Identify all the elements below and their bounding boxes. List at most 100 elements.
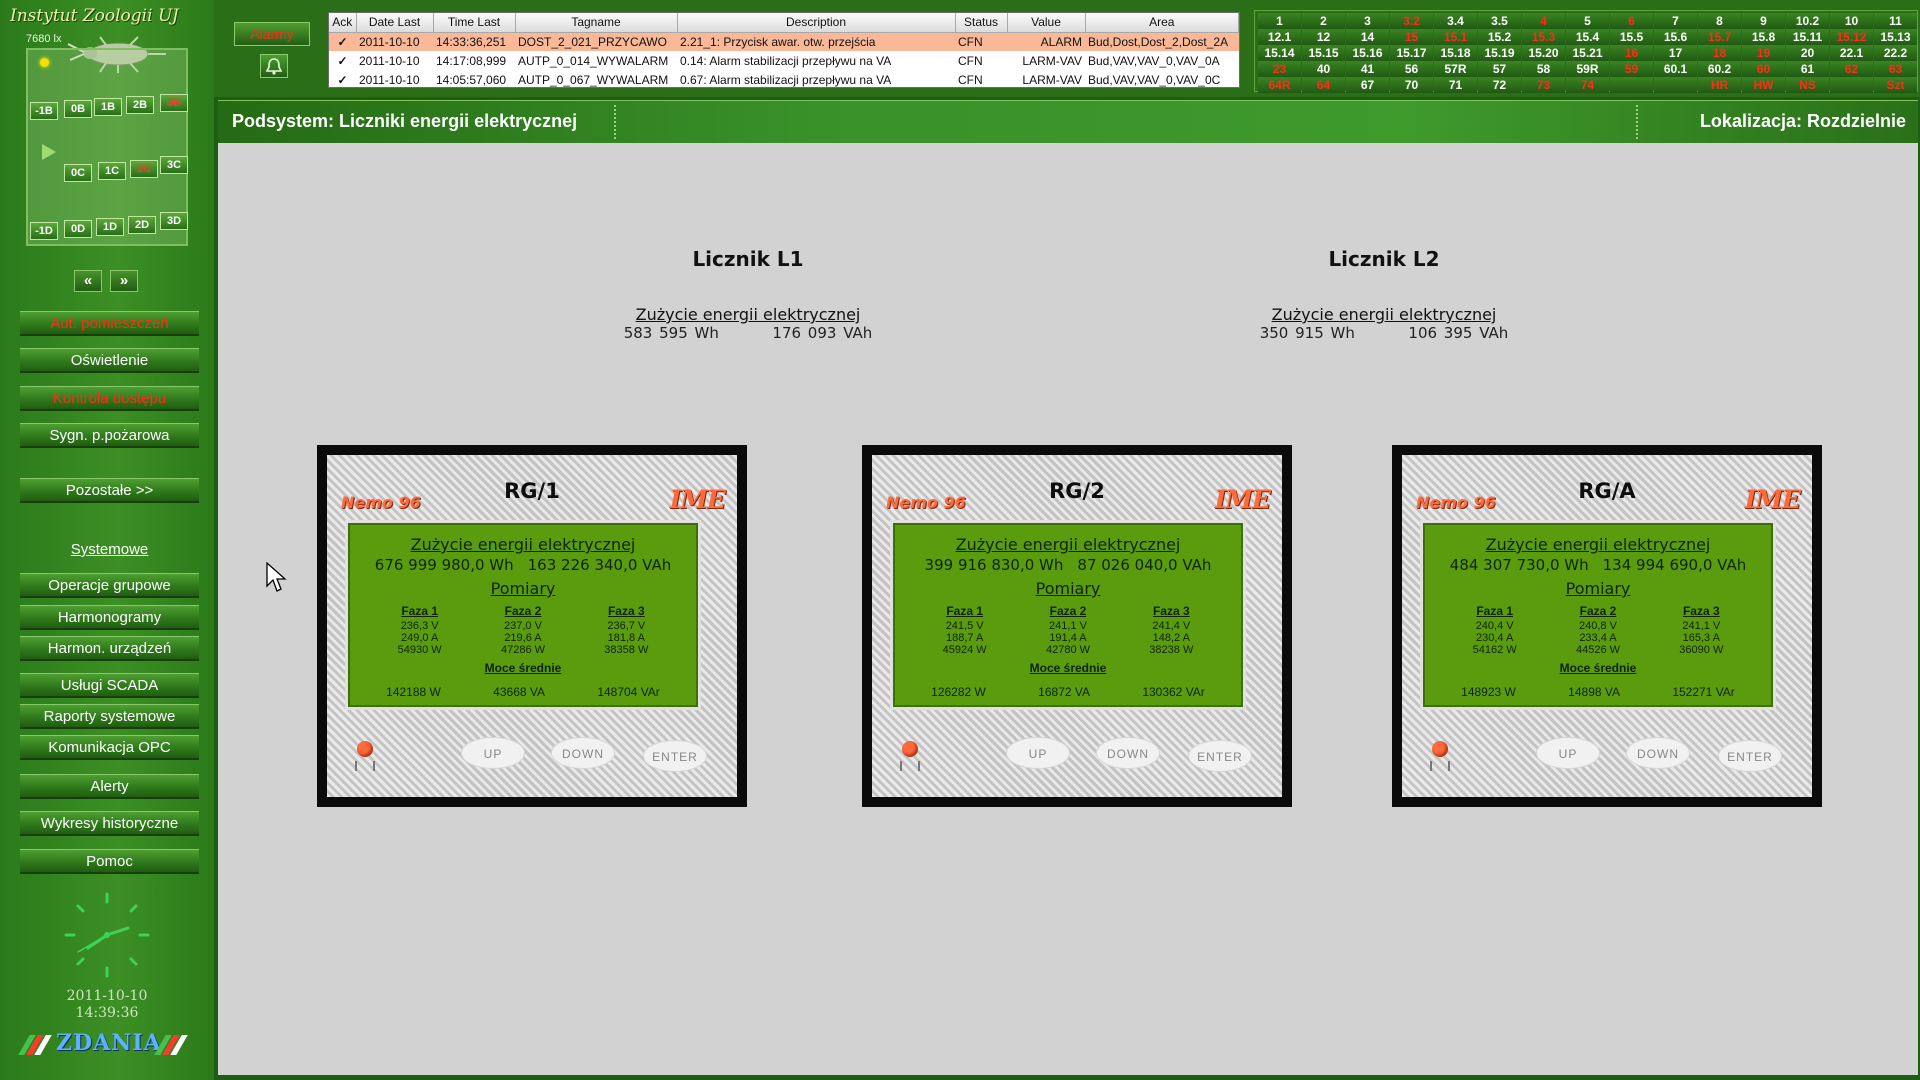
room-cell[interactable]: 15.6 bbox=[1654, 29, 1697, 45]
room-cell[interactable]: 15.4 bbox=[1566, 29, 1609, 45]
floor-button[interactable]: 1B bbox=[94, 98, 122, 116]
room-cell[interactable]: 18 bbox=[1698, 45, 1741, 61]
device-key-up[interactable]: UP bbox=[1536, 737, 1600, 769]
room-cell[interactable]: 58 bbox=[1522, 61, 1565, 77]
alarm-row[interactable]: ✓ 2011-10-10 14:17:08,999 AUTP_0_014_WYWALA… bbox=[329, 51, 1239, 70]
column-header[interactable]: Date Last bbox=[356, 13, 434, 33]
system-menu-button[interactable]: Komunikacja OPC bbox=[20, 735, 199, 760]
room-cell[interactable]: 16 bbox=[1610, 45, 1653, 61]
room-cell[interactable]: 59R bbox=[1566, 61, 1609, 77]
room-cell[interactable]: 57R bbox=[1434, 61, 1477, 77]
room-cell[interactable]: 15.1 bbox=[1434, 29, 1477, 45]
room-cell[interactable]: 67 bbox=[1346, 77, 1389, 93]
room-cell[interactable]: 2 bbox=[1302, 13, 1345, 29]
column-header[interactable]: Value bbox=[1007, 13, 1086, 33]
alarms-button[interactable]: Alarmy bbox=[234, 22, 310, 46]
room-cell[interactable]: 3 bbox=[1346, 13, 1389, 29]
floor-button[interactable]: 2C bbox=[130, 160, 158, 178]
room-cell[interactable]: 11 bbox=[1874, 13, 1917, 29]
room-cell[interactable]: 15.17 bbox=[1390, 45, 1433, 61]
room-cell[interactable]: 60 bbox=[1742, 61, 1785, 77]
room-cell[interactable]: 9 bbox=[1742, 13, 1785, 29]
system-menu-button[interactable]: Usługi SCADA bbox=[20, 673, 199, 698]
room-cell[interactable]: 19 bbox=[1742, 45, 1785, 61]
room-cell[interactable]: 15.5 bbox=[1610, 29, 1653, 45]
room-cell[interactable]: 63 bbox=[1874, 61, 1917, 77]
device-key-down[interactable]: DOWN bbox=[1626, 737, 1690, 769]
column-header[interactable]: Status bbox=[955, 13, 1008, 33]
room-cell[interactable]: HW bbox=[1742, 77, 1785, 93]
room-cell[interactable]: 72 bbox=[1478, 77, 1521, 93]
room-cell[interactable]: 10.2 bbox=[1786, 13, 1829, 29]
room-cell[interactable]: 7 bbox=[1654, 13, 1697, 29]
room-cell[interactable]: 70 bbox=[1390, 77, 1433, 93]
device-key-down[interactable]: DOWN bbox=[551, 737, 615, 769]
room-cell[interactable]: 12 bbox=[1302, 29, 1345, 45]
room-cell[interactable]: 15.18 bbox=[1434, 45, 1477, 61]
system-menu-button[interactable]: Raporty systemowe bbox=[20, 704, 199, 729]
room-cell[interactable]: 12.1 bbox=[1258, 29, 1301, 45]
system-menu-button[interactable]: Pomoc bbox=[20, 849, 199, 874]
room-cell[interactable]: Szt bbox=[1874, 77, 1917, 93]
systemowe-link[interactable]: Systemowe bbox=[20, 538, 199, 563]
room-cell[interactable]: 74 bbox=[1566, 77, 1609, 93]
room-cell[interactable]: 15.11 bbox=[1786, 29, 1829, 45]
prev-page-button[interactable]: « bbox=[74, 270, 102, 292]
column-header[interactable]: Area bbox=[1085, 13, 1239, 33]
menu-button[interactable]: Kontrola dostępu bbox=[20, 386, 199, 411]
floor-button[interactable]: 1C bbox=[98, 162, 126, 180]
floor-button[interactable]: -1B bbox=[30, 102, 58, 120]
room-cell[interactable]: 8 bbox=[1698, 13, 1741, 29]
floor-button[interactable]: 3C bbox=[160, 156, 188, 174]
room-cell[interactable]: 14 bbox=[1346, 29, 1389, 45]
device-key-enter[interactable]: ENTER bbox=[643, 740, 707, 772]
column-header[interactable]: Time Last bbox=[433, 13, 516, 33]
device-key-down[interactable]: DOWN bbox=[1096, 737, 1160, 769]
menu-button[interactable]: Pozostałe >> bbox=[20, 478, 199, 503]
menu-button[interactable]: Aut. pomieszczeń bbox=[20, 311, 199, 336]
column-header[interactable]: Ack bbox=[329, 13, 357, 33]
room-cell[interactable]: 60.1 bbox=[1654, 61, 1697, 77]
room-cell[interactable]: 15 bbox=[1390, 29, 1433, 45]
room-cell[interactable]: 56 bbox=[1390, 61, 1433, 77]
floor-button[interactable]: 3B bbox=[160, 94, 188, 112]
room-cell[interactable]: 15.3 bbox=[1522, 29, 1565, 45]
room-cell[interactable]: 6 bbox=[1610, 13, 1653, 29]
room-cell[interactable]: 15.8 bbox=[1742, 29, 1785, 45]
floor-button[interactable]: -1D bbox=[30, 222, 58, 240]
room-cell[interactable]: 15.2 bbox=[1478, 29, 1521, 45]
next-page-button[interactable]: » bbox=[110, 270, 138, 292]
room-cell[interactable]: 15.15 bbox=[1302, 45, 1345, 61]
device-key-enter[interactable]: ENTER bbox=[1188, 740, 1252, 772]
room-cell[interactable]: NS bbox=[1786, 77, 1829, 93]
room-cell[interactable]: 61 bbox=[1786, 61, 1829, 77]
menu-button[interactable]: Oświetlenie bbox=[20, 348, 199, 373]
room-cell[interactable]: 17 bbox=[1654, 45, 1697, 61]
floor-button[interactable]: 2D bbox=[128, 216, 156, 234]
device-key-up[interactable]: UP bbox=[1006, 737, 1070, 769]
floor-button[interactable]: 0C bbox=[64, 164, 92, 182]
room-cell[interactable]: 41 bbox=[1346, 61, 1389, 77]
system-menu-button[interactable]: Alerty bbox=[20, 774, 199, 799]
room-cell[interactable]: 64 bbox=[1302, 77, 1345, 93]
room-cell[interactable]: 3.5 bbox=[1478, 13, 1521, 29]
room-cell[interactable]: 20 bbox=[1786, 45, 1829, 61]
system-menu-button[interactable]: Operacje grupowe bbox=[20, 573, 199, 598]
floor-button[interactable]: 0B bbox=[64, 100, 92, 118]
room-cell[interactable]: 1 bbox=[1258, 13, 1301, 29]
room-cell[interactable]: 15.19 bbox=[1478, 45, 1521, 61]
device-key-enter[interactable]: ENTER bbox=[1718, 740, 1782, 772]
alarm-table[interactable]: Ack Date Last Time Last Tagname Description S… bbox=[328, 12, 1240, 88]
floor-button[interactable]: 1D bbox=[96, 218, 124, 236]
floor-button[interactable]: 2B bbox=[126, 96, 154, 114]
system-menu-button[interactable]: Wykresy historyczne bbox=[20, 811, 199, 836]
room-cell[interactable]: 10 bbox=[1830, 13, 1873, 29]
room-cell[interactable]: 15.16 bbox=[1346, 45, 1389, 61]
room-cell[interactable]: 60.2 bbox=[1698, 61, 1741, 77]
column-header[interactable]: Description bbox=[677, 13, 956, 33]
column-header[interactable]: Tagname bbox=[515, 13, 678, 33]
alarm-row[interactable]: ✓ 2011-10-10 14:05:57,060 AUTP_0_067_WYWALA… bbox=[329, 70, 1239, 87]
room-cell[interactable]: 4 bbox=[1522, 13, 1565, 29]
room-cell[interactable]: 15.21 bbox=[1566, 45, 1609, 61]
room-cell[interactable]: 15.12 bbox=[1830, 29, 1873, 45]
